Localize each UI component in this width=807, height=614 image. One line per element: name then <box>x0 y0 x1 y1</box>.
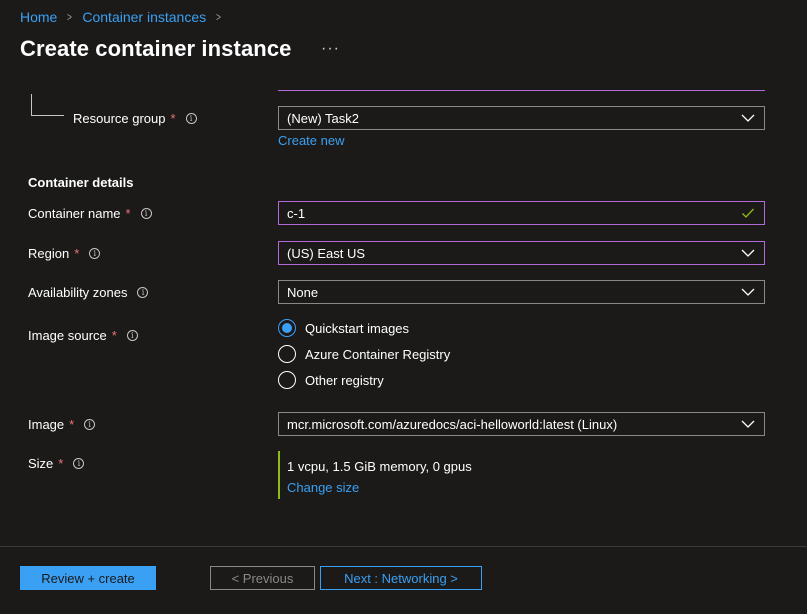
container-name-input[interactable]: c-1 <box>278 201 765 225</box>
create-new-resource-group-link[interactable]: Create new <box>278 133 344 148</box>
required-marker: * <box>170 111 176 126</box>
container-name-value: c-1 <box>287 205 306 221</box>
info-icon[interactable]: i <box>84 419 96 430</box>
change-size-link[interactable]: Change size <box>287 480 359 495</box>
subscription-field-edge <box>278 90 765 91</box>
radio-azure-container-registry[interactable]: Azure Container Registry <box>278 345 450 363</box>
info-icon[interactable]: i <box>140 208 152 219</box>
availability-zones-label-text: Availability zones <box>28 285 128 300</box>
chevron-down-icon <box>741 420 755 428</box>
checkmark-icon <box>742 208 754 218</box>
info-icon[interactable]: i <box>89 248 101 259</box>
radio-quickstart-images[interactable]: Quickstart images <box>278 319 409 337</box>
required-marker: * <box>111 328 117 343</box>
radio-unchecked-icon[interactable] <box>278 371 296 389</box>
required-marker: * <box>74 246 80 261</box>
resource-group-label-text: Resource group <box>73 111 166 126</box>
image-select[interactable]: mcr.microsoft.com/azuredocs/aci-hellowor… <box>278 412 765 436</box>
region-select[interactable]: (US) East US <box>278 241 765 265</box>
required-marker: * <box>69 417 75 432</box>
radio-unchecked-icon[interactable] <box>278 345 296 363</box>
info-icon[interactable]: i <box>137 287 149 298</box>
image-value: mcr.microsoft.com/azuredocs/aci-hellowor… <box>287 416 618 432</box>
next-networking-button[interactable]: Next : Networking > <box>320 566 482 590</box>
more-options-icon[interactable]: ··· <box>321 40 340 58</box>
region-label-text: Region <box>28 246 70 261</box>
info-icon[interactable]: i <box>73 458 85 469</box>
radio-other-registry[interactable]: Other registry <box>278 371 384 389</box>
image-source-label-text: Image source <box>28 328 107 343</box>
size-label: Size * i <box>28 456 85 471</box>
breadcrumb-container-instances-link[interactable]: Container instances <box>82 9 206 25</box>
size-summary: 1 vcpu, 1.5 GiB memory, 0 gpus Change si… <box>278 451 472 499</box>
tree-connector-vertical <box>31 94 32 116</box>
radio-label: Azure Container Registry <box>305 346 451 362</box>
container-name-label: Container name * i <box>28 206 152 221</box>
previous-button[interactable]: < Previous <box>210 566 315 590</box>
info-icon[interactable]: i <box>126 330 138 341</box>
availability-zones-value: None <box>287 284 319 300</box>
info-icon[interactable]: i <box>185 113 197 124</box>
image-label-text: Image <box>28 417 65 432</box>
image-source-label: Image source * i <box>28 328 138 343</box>
radio-label: Other registry <box>305 372 384 388</box>
page-title: Create container instance <box>20 36 292 61</box>
chevron-down-icon <box>741 249 755 257</box>
resource-group-label: Resource group * i <box>73 111 197 126</box>
required-marker: * <box>58 456 64 471</box>
container-name-label-text: Container name <box>28 206 121 221</box>
breadcrumb-home-link[interactable]: Home <box>20 9 57 25</box>
image-label: Image * i <box>28 417 96 432</box>
tree-connector-horizontal <box>31 115 64 116</box>
chevron-down-icon <box>741 288 755 296</box>
availability-zones-label: Availability zones i <box>28 285 149 300</box>
chevron-right-icon: > <box>216 10 222 24</box>
chevron-right-icon: > <box>67 10 73 24</box>
radio-checked-icon[interactable] <box>278 319 296 337</box>
region-value: (US) East US <box>287 245 366 261</box>
radio-label: Quickstart images <box>305 320 410 336</box>
resource-group-select[interactable]: (New) Task2 <box>278 106 765 130</box>
size-value: 1 vcpu, 1.5 GiB memory, 0 gpus <box>287 459 472 474</box>
review-create-button[interactable]: Review + create <box>20 566 156 590</box>
availability-zones-select[interactable]: None <box>278 280 765 304</box>
breadcrumb: Home > Container instances > <box>20 8 231 26</box>
region-label: Region * i <box>28 246 101 261</box>
required-marker: * <box>125 206 131 221</box>
resource-group-value: (New) Task2 <box>287 110 360 126</box>
size-label-text: Size <box>28 456 54 471</box>
container-details-heading: Container details <box>28 175 134 190</box>
footer-divider <box>0 546 807 547</box>
chevron-down-icon <box>741 114 755 122</box>
